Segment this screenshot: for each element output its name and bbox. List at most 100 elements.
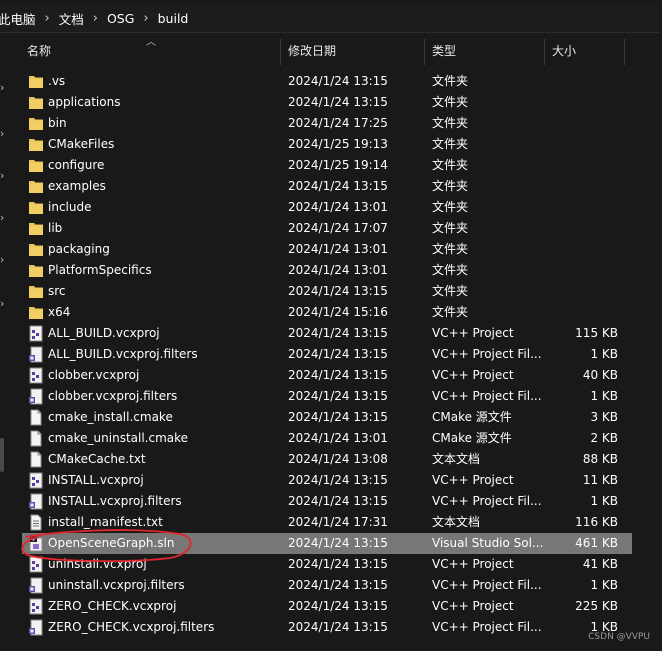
file-row[interactable]: ZERO_CHECK.vcxproj 2024/1/24 13:15 VC++ Pr… bbox=[22, 596, 632, 617]
column-divider[interactable] bbox=[624, 39, 625, 65]
column-divider[interactable] bbox=[424, 39, 425, 65]
column-date[interactable]: 修改日期 bbox=[288, 37, 336, 66]
file-row[interactable]: uninstall.vcxproj.filters 2024/1/24 13:15… bbox=[22, 575, 632, 596]
file-size: 88 KB bbox=[582, 452, 618, 466]
expand-chevron-icon[interactable]: › bbox=[0, 170, 8, 182]
vcxproj-icon bbox=[28, 367, 44, 384]
file-name: cmake_uninstall.cmake bbox=[48, 431, 189, 445]
file-row[interactable]: .vs 2024/1/24 13:15 文件夹 bbox=[22, 71, 632, 92]
file-name: include bbox=[48, 200, 92, 214]
file-row[interactable]: clobber.vcxproj.filters 2024/1/24 13:15 VC… bbox=[22, 386, 632, 407]
file-type: Visual Studio Sol... bbox=[432, 536, 544, 550]
text-lines-icon bbox=[28, 514, 44, 531]
file-row[interactable]: bin 2024/1/24 17:25 文件夹 bbox=[22, 113, 632, 134]
text-file-icon bbox=[28, 451, 44, 468]
navigation-scrollbar[interactable] bbox=[0, 438, 4, 472]
file-row[interactable]: packaging 2024/1/24 13:01 文件夹 bbox=[22, 239, 632, 260]
file-size: 41 KB bbox=[582, 557, 618, 571]
breadcrumb-item[interactable]: build bbox=[152, 11, 195, 26]
file-row[interactable]: src 2024/1/24 13:15 文件夹 bbox=[22, 281, 632, 302]
expand-chevron-icon[interactable]: › bbox=[0, 254, 8, 266]
file-name: x64 bbox=[48, 305, 71, 319]
file-name: applications bbox=[48, 95, 121, 109]
file-type: 文件夹 bbox=[432, 179, 469, 193]
watermark: CSDN @VVPU bbox=[588, 632, 650, 642]
folder-icon bbox=[28, 94, 44, 111]
file-row[interactable]: uninstall.vcxproj 2024/1/24 13:15 VC++ Pro… bbox=[22, 554, 632, 575]
folder-icon bbox=[28, 199, 44, 216]
file-type: 文件夹 bbox=[432, 74, 469, 88]
navigation-pane: › › › › › › bbox=[0, 36, 10, 651]
column-header: ︿ 名称 修改日期 类型 大小 bbox=[18, 37, 628, 66]
file-row[interactable]: OpenSceneGraph.sln 2024/1/24 13:15 Visual … bbox=[22, 533, 632, 554]
file-name: bin bbox=[48, 116, 67, 130]
column-type[interactable]: 类型 bbox=[432, 37, 456, 66]
file-size: 1 KB bbox=[590, 347, 618, 361]
file-size bbox=[552, 197, 618, 218]
breadcrumb-item[interactable]: OSG bbox=[101, 11, 140, 26]
breadcrumb-separator-icon[interactable]: › bbox=[90, 11, 101, 26]
breadcrumb-separator-icon[interactable]: › bbox=[42, 11, 53, 26]
column-name[interactable]: 名称 bbox=[27, 37, 51, 66]
file-size: 1 KB bbox=[590, 494, 618, 508]
file-modified-date: 2024/1/24 13:15 bbox=[288, 557, 388, 571]
file-modified-date: 2024/1/24 13:15 bbox=[288, 74, 388, 88]
file-size bbox=[552, 260, 618, 281]
file-name: src bbox=[48, 284, 66, 298]
file-name: ALL_BUILD.vcxproj bbox=[48, 326, 160, 340]
sort-ascending-icon: ︿ bbox=[146, 37, 156, 48]
file-row[interactable]: configure 2024/1/25 19:14 文件夹 bbox=[22, 155, 632, 176]
file-row[interactable]: applications 2024/1/24 13:15 文件夹 bbox=[22, 92, 632, 113]
breadcrumb-item[interactable]: 文档 bbox=[53, 9, 90, 28]
breadcrumb-separator-icon[interactable]: › bbox=[140, 11, 151, 26]
file-modified-date: 2024/1/24 13:08 bbox=[288, 452, 388, 466]
file-size bbox=[552, 281, 618, 302]
file-size bbox=[552, 239, 618, 260]
file-size bbox=[552, 113, 618, 134]
breadcrumb-item[interactable]: 此电脑 bbox=[0, 9, 42, 28]
expand-chevron-icon[interactable]: › bbox=[0, 128, 8, 140]
folder-icon bbox=[28, 304, 44, 321]
expand-chevron-icon[interactable]: › bbox=[0, 298, 8, 310]
file-row[interactable]: ALL_BUILD.vcxproj 2024/1/24 13:15 VC++ Pro… bbox=[22, 323, 632, 344]
folder-icon bbox=[28, 220, 44, 237]
file-row[interactable]: PlatformSpecifics 2024/1/24 13:01 文件夹 bbox=[22, 260, 632, 281]
file-type: CMake 源文件 bbox=[432, 410, 512, 424]
file-row[interactable]: install_manifest.txt 2024/1/24 17:31 文本文档 1… bbox=[22, 512, 632, 533]
file-row[interactable]: ALL_BUILD.vcxproj.filters 2024/1/24 13:15… bbox=[22, 344, 632, 365]
folder-icon bbox=[28, 73, 44, 90]
expand-chevron-icon[interactable]: › bbox=[0, 82, 8, 94]
file-name: .vs bbox=[48, 74, 66, 88]
file-row[interactable]: CMakeCache.txt 2024/1/24 13:08 文本文档 88 KB bbox=[22, 449, 632, 470]
column-divider[interactable] bbox=[544, 39, 545, 65]
file-row[interactable]: lib 2024/1/24 17:07 文件夹 bbox=[22, 218, 632, 239]
file-modified-date: 2024/1/25 19:14 bbox=[288, 158, 388, 172]
text-file-icon bbox=[28, 430, 44, 447]
expand-chevron-icon[interactable]: › bbox=[0, 212, 8, 224]
file-name: ZERO_CHECK.vcxproj.filters bbox=[48, 620, 215, 634]
folder-icon bbox=[28, 115, 44, 132]
file-row[interactable]: clobber.vcxproj 2024/1/24 13:15 VC++ Proje… bbox=[22, 365, 632, 386]
column-divider[interactable] bbox=[280, 39, 281, 65]
file-size: 40 KB bbox=[582, 368, 618, 382]
file-type: 文件夹 bbox=[432, 95, 469, 109]
column-size[interactable]: 大小 bbox=[552, 37, 576, 66]
file-row[interactable]: cmake_install.cmake 2024/1/24 13:15 CMake … bbox=[22, 407, 632, 428]
file-row[interactable]: INSTALL.vcxproj 2024/1/24 13:15 VC++ Proje… bbox=[22, 470, 632, 491]
file-type: 文本文档 bbox=[432, 515, 481, 529]
file-size: 116 KB bbox=[575, 515, 618, 529]
file-row[interactable]: x64 2024/1/24 15:16 文件夹 bbox=[22, 302, 632, 323]
file-row[interactable]: INSTALL.vcxproj.filters 2024/1/24 13:15 VC… bbox=[22, 491, 632, 512]
file-row[interactable]: CMakeFiles 2024/1/25 19:13 文件夹 bbox=[22, 134, 632, 155]
breadcrumb[interactable]: 此电脑 › 文档 › OSG › build bbox=[0, 4, 660, 33]
file-modified-date: 2024/1/24 13:15 bbox=[288, 326, 388, 340]
file-row[interactable]: cmake_uninstall.cmake 2024/1/24 13:01 CMak… bbox=[22, 428, 632, 449]
file-size: 3 KB bbox=[590, 410, 618, 424]
file-type: 文件夹 bbox=[432, 158, 469, 172]
file-row[interactable]: examples 2024/1/24 13:15 文件夹 bbox=[22, 176, 632, 197]
file-modified-date: 2024/1/24 13:15 bbox=[288, 389, 388, 403]
file-type: 文件夹 bbox=[432, 305, 469, 319]
file-row[interactable]: ZERO_CHECK.vcxproj.filters 2024/1/24 13:1… bbox=[22, 617, 632, 638]
file-row[interactable]: include 2024/1/24 13:01 文件夹 bbox=[22, 197, 632, 218]
file-name: configure bbox=[48, 158, 105, 172]
